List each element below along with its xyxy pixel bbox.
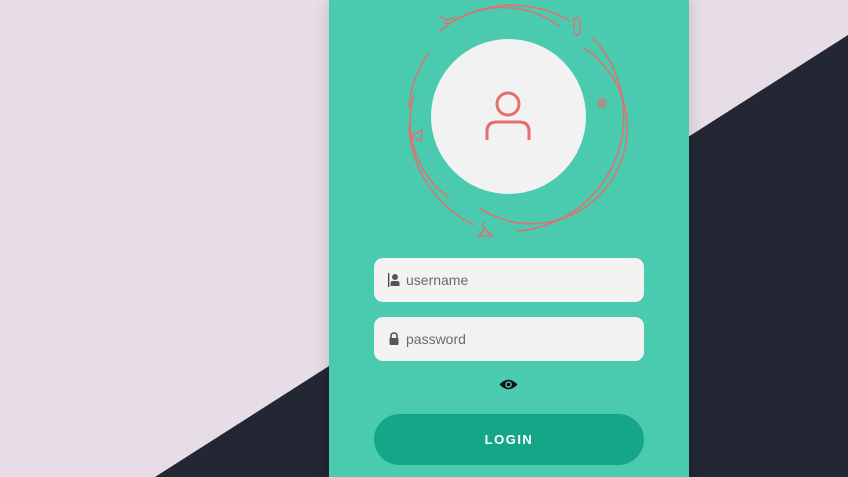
username-input[interactable] xyxy=(406,272,636,288)
password-field[interactable] xyxy=(374,317,644,361)
lock-icon xyxy=(389,332,399,345)
paperclip-icon xyxy=(573,16,581,36)
username-field[interactable] xyxy=(374,258,644,302)
login-button[interactable]: LOGIN xyxy=(374,414,644,465)
login-card: LOGIN xyxy=(329,0,689,477)
eye-icon[interactable] xyxy=(499,378,518,391)
avatar xyxy=(431,39,586,194)
user-icon xyxy=(485,91,531,140)
hanger-icon xyxy=(477,221,494,237)
at-sign-icon xyxy=(597,98,607,108)
user-icon xyxy=(388,273,400,287)
envelope-icon xyxy=(438,15,457,25)
password-input[interactable] xyxy=(406,331,636,347)
